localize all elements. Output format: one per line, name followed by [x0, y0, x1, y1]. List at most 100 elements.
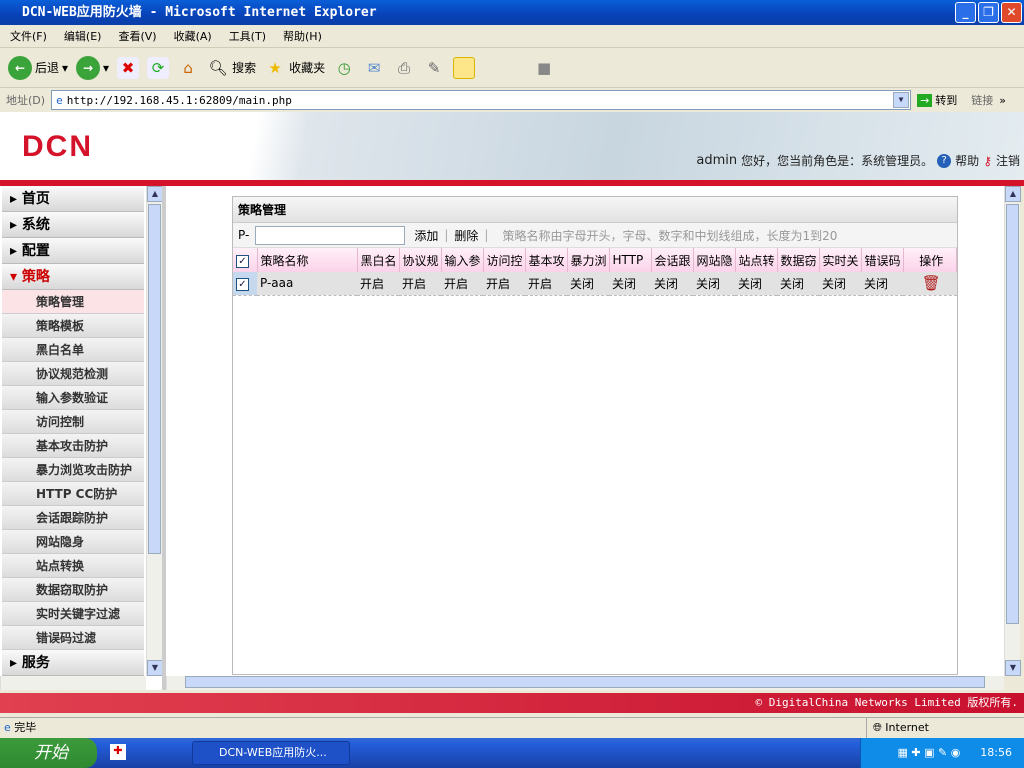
nav-label: 首页	[21, 191, 50, 207]
status-cell: 开启	[441, 272, 483, 296]
select-all-checkbox[interactable]: ✓	[233, 248, 258, 272]
search-icon: 🔍︎	[208, 58, 228, 77]
scroll-up-icon[interactable]: ▲	[1005, 186, 1021, 202]
quicklaunch-icon[interactable]: ✚	[110, 744, 126, 760]
forward-button[interactable]: → ▾	[76, 55, 109, 80]
scroll-down-icon[interactable]: ▼	[147, 660, 162, 676]
sidebar-subitem[interactable]: 输入参数验证	[2, 386, 144, 410]
page-icon: e	[4, 721, 11, 734]
zone-indicator: 🌐︎ Internet	[866, 718, 929, 738]
sidebar-item-home[interactable]: ▸ 首页	[2, 186, 144, 212]
sidebar-subitem[interactable]: 策略管理	[2, 290, 144, 314]
address-bar: 地址(D) e http://192.168.45.1:62809/main.ph…	[0, 88, 1024, 112]
mail-icon[interactable]: ✉	[363, 57, 385, 79]
sidebar-hscrollbar[interactable]	[0, 676, 146, 690]
sidebar-subitem[interactable]: 实时关键字过滤	[2, 602, 144, 626]
sidebar-subitem[interactable]: 策略模板	[2, 314, 144, 338]
main-hscrollbar[interactable]	[166, 676, 1004, 690]
ie-page-icon: e	[56, 93, 63, 107]
sidebar-subitem[interactable]: 基本攻击防护	[2, 434, 144, 458]
key-icon[interactable]: ⚷	[983, 154, 992, 168]
row-checkbox[interactable]: ✓	[233, 272, 257, 296]
minimize-button[interactable]: _	[955, 2, 976, 23]
scroll-thumb[interactable]	[1006, 204, 1019, 624]
search-label: 搜索	[232, 61, 257, 75]
column-header: 协议规	[399, 248, 442, 272]
trash-icon[interactable]: 🗑︎	[922, 274, 941, 292]
scroll-down-icon[interactable]: ▼	[1005, 660, 1021, 676]
sidebar-item-policy[interactable]: ▾ 策略	[2, 264, 144, 290]
sidebar: ▸ 首页 ▸ 系统 ▸ 配置 ▾ 策略 策略管理 策略模板 黑白名单 协议规范检测 输入…	[0, 186, 162, 690]
add-button[interactable]: 添加	[414, 227, 438, 244]
close-button[interactable]: ✕	[1001, 2, 1022, 23]
logout-link[interactable]: 注销	[996, 152, 1020, 169]
links-button[interactable]: 链接	[971, 92, 993, 108]
main-content: 策略管理 P- 添加 | 删除 | 策略名称由字母开头，字母、数字和中划线组成，长度…	[166, 186, 1021, 690]
menu-edit[interactable]: 编辑(E)	[64, 28, 102, 44]
sidebar-subitem[interactable]: 暴力浏览攻击防护	[2, 458, 144, 482]
sidebar-subitem[interactable]: HTTP CC防护	[2, 482, 144, 506]
forward-arrow-icon: →	[76, 55, 101, 80]
help-link[interactable]: 帮助	[955, 152, 979, 169]
note-icon[interactable]	[453, 56, 476, 79]
sidebar-subitem[interactable]: 会话跟踪防护	[2, 506, 144, 530]
menu-help[interactable]: 帮助(H)	[283, 28, 322, 44]
sidebar-subitem[interactable]: 访问控制	[2, 410, 144, 434]
menu-tools[interactable]: 工具(T)	[229, 28, 266, 44]
edit-icon[interactable]: ✎	[423, 57, 445, 79]
hscroll-thumb[interactable]	[185, 676, 985, 688]
sidebar-subitem[interactable]: 错误码过滤	[2, 626, 144, 650]
delete-action[interactable]: 🗑︎	[903, 272, 957, 296]
go-arrow-icon: →	[917, 93, 933, 107]
policy-name-input[interactable]	[255, 225, 406, 245]
column-header: 访问控	[483, 248, 526, 272]
print-icon[interactable]: ⎙	[393, 57, 415, 79]
status-text: 完毕	[14, 721, 37, 734]
toolbar: ← 后退 ▾ → ▾ ✖ ⟳ ⌂ 🔍︎ 搜索 ★ 收藏夹 ◷ ✉ ⎙ ✎ ■	[0, 48, 1024, 88]
scroll-up-icon[interactable]: ▲	[147, 186, 162, 202]
favorites-button[interactable]: ★ 收藏夹	[264, 57, 325, 79]
restore-button[interactable]: ❐	[978, 2, 999, 23]
messenger-icon[interactable]: ■	[533, 57, 555, 79]
taskbar-ie-window[interactable]: DCN-WEB应用防火...	[192, 741, 350, 765]
policy-name-cell[interactable]: P-aaa	[257, 272, 357, 296]
address-input[interactable]: e http://192.168.45.1:62809/main.php ▼	[51, 90, 912, 110]
main-scrollbar[interactable]: ▲ ▼	[1004, 186, 1021, 676]
delete-button[interactable]: 删除	[454, 227, 478, 244]
copyright-footer: © DigitalChina Networks Limited 版权所有.	[0, 693, 1024, 713]
sidebar-subitem[interactable]: 黑白名单	[2, 338, 144, 362]
sidebar-item-service[interactable]: ▸ 服务	[2, 650, 144, 676]
status-cell: 关闭	[819, 272, 861, 296]
start-button[interactable]: 开始	[0, 738, 97, 768]
refresh-icon[interactable]: ⟳	[147, 56, 170, 79]
zone-label: Internet	[885, 721, 929, 734]
prefix-label: P-	[238, 228, 250, 242]
sidebar-subitem[interactable]: 数据窃取防护	[2, 578, 144, 602]
address-dropdown-icon[interactable]: ▼	[893, 92, 910, 108]
tray-icons[interactable]: ▦ ✚ ▣ ✎ ◉	[897, 746, 960, 759]
column-header: HTTP	[609, 248, 652, 272]
status-cell: 关闭	[693, 272, 735, 296]
sidebar-item-config[interactable]: ▸ 配置	[2, 238, 144, 264]
sidebar-subitem[interactable]: 协议规范检测	[2, 362, 144, 386]
home-icon[interactable]: ⌂	[177, 57, 199, 79]
column-header: 基本攻	[525, 248, 568, 272]
go-button[interactable]: 转到	[935, 92, 957, 108]
sidebar-subitem[interactable]: 站点转换	[2, 554, 144, 578]
dcn-logo: DCN	[22, 130, 93, 163]
clock: 18:56	[980, 746, 1012, 759]
table-row: ✓ P-aaa 开启 开启 开启 开启 开启 关闭 关闭 关闭 关闭 关闭 关闭 关闭 关闭 🗑︎	[233, 272, 957, 296]
search-button[interactable]: 🔍︎ 搜索	[207, 57, 257, 79]
sidebar-subitem[interactable]: 网站隐身	[2, 530, 144, 554]
menu-file[interactable]: 文件(F)	[10, 28, 47, 44]
status-cell: 开启	[357, 272, 399, 296]
sidebar-item-system[interactable]: ▸ 系统	[2, 212, 144, 238]
menu-view[interactable]: 查看(V)	[118, 28, 156, 44]
back-button[interactable]: ← 后退 ▾	[8, 55, 68, 80]
help-icon[interactable]: ?	[937, 153, 952, 168]
menu-favorites[interactable]: 收藏(A)	[174, 28, 212, 44]
sidebar-scrollbar[interactable]: ▲ ▼	[146, 186, 162, 676]
stop-icon[interactable]: ✖	[117, 56, 140, 79]
history-icon[interactable]: ◷	[333, 57, 355, 79]
scroll-thumb[interactable]	[148, 204, 161, 554]
